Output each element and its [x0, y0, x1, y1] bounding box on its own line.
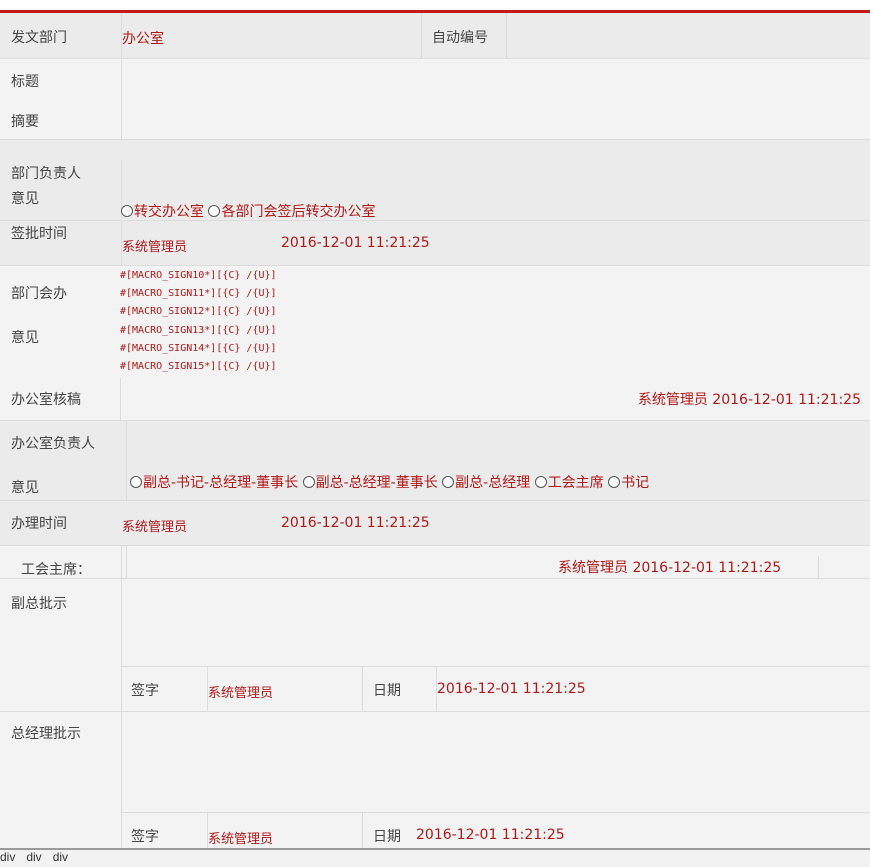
row-handle-time: 办理时间 系统管理员 2016-12-01 11:21:25 — [0, 501, 870, 546]
row-dept: 发文部门 办公室 自动编号 — [0, 13, 870, 59]
sign-time-user: 系统管理员 — [122, 240, 188, 255]
dept-head-label-1: 部门负责人 — [11, 166, 81, 182]
macro-sign-item: #[MACRO_SIGN13*][{C} /{U}] — [120, 324, 277, 336]
vp-date-label: 日期 — [373, 683, 401, 699]
row-gm-instruction: 总经理批示 签字 系统管理员 日期 2016-12-01 11:21:25 — [0, 712, 870, 848]
macro-sign-item: #[MACRO_SIGN12*][{C} /{U}] — [120, 306, 277, 318]
office-head-option-1[interactable]: 副总-书记-总经理-董事长 — [130, 472, 298, 492]
radio-icon[interactable] — [302, 476, 315, 488]
title-label: 标题 — [11, 74, 39, 90]
radio-icon[interactable] — [534, 476, 547, 488]
office-head-option-5[interactable]: 书记 — [608, 472, 649, 492]
vp-sign-divider — [121, 666, 870, 667]
gm-sign-user: 系统管理员 — [208, 832, 274, 847]
union-sign: 系统管理员 2016-12-01 11:21:25 — [558, 560, 782, 576]
summary-label: 摘要 — [11, 114, 39, 130]
bottom-shadow-line — [0, 848, 870, 850]
vp-sign-label: 签字 — [131, 683, 159, 699]
vp-sign-user: 系统管理员 — [208, 686, 274, 701]
radio-icon[interactable] — [121, 205, 133, 217]
status-bar: div div div — [0, 850, 79, 864]
handle-time-date: 2016-12-01 11:21:25 — [281, 515, 430, 531]
gm-sign-divider — [121, 812, 870, 813]
office-head-option-3[interactable]: 副总-总经理 — [442, 472, 530, 492]
office-head-label-2: 意见 — [11, 480, 39, 496]
gm-sign-label: 签字 — [131, 829, 159, 845]
office-head-label-1: 办公室负责人 — [11, 436, 95, 452]
dept-value[interactable]: 办公室 — [122, 28, 164, 48]
handle-time-label: 办理时间 — [11, 516, 67, 532]
status-bar-item[interactable]: div — [0, 850, 15, 864]
vp-label: 副总批示 — [11, 596, 67, 612]
radio-icon[interactable] — [208, 205, 221, 217]
row-dept-head-opinion: 部门负责人 意见 转交办公室 各部门会签后转交办公室 — [0, 140, 870, 221]
handle-time-user: 系统管理员 — [122, 520, 188, 535]
macro-sign-item: #[MACRO_SIGN11*][{C} /{U}] — [120, 288, 277, 300]
sign-time-label: 签批时间 — [11, 226, 67, 242]
office-head-options: 副总-书记-总经理-董事长 副总-总经理-董事长 副总-总经理 工会主席 书记 — [130, 472, 649, 492]
macro-sign-item: #[MACRO_SIGN15*][{C} /{U}] — [120, 361, 277, 373]
sign-time-date: 2016-12-01 11:21:25 — [281, 235, 430, 251]
cosign-label-2: 意见 — [11, 330, 39, 346]
row-vp-instruction: 副总批示 签字 系统管理员 日期 2016-12-01 11:21:25 — [0, 579, 870, 712]
row-cosign-opinion: 部门会办 意见 #[MACRO_SIGN10*][{C} /{U}] #[MAC… — [0, 266, 870, 421]
gm-date-label: 日期 — [373, 829, 401, 845]
union-label: 工会主席： — [21, 562, 91, 578]
office-review-sign: 系统管理员 2016-12-01 11:21:25 — [637, 392, 861, 408]
status-bar-item[interactable]: div — [26, 850, 41, 864]
dept-head-option-2[interactable]: 各部门会签后转交办公室 — [208, 201, 375, 221]
cosign-label-1: 部门会办 — [11, 286, 67, 302]
dept-head-option-1[interactable]: 转交办公室 — [121, 201, 204, 221]
row-sign-time: 签批时间 系统管理员 2016-12-01 11:21:25 — [0, 221, 870, 266]
office-head-option-4[interactable]: 工会主席 — [534, 472, 604, 492]
row-office-head-opinion: 办公室负责人 意见 副总-书记-总经理-董事长 副总-总经理-董事长 副总-总经… — [0, 421, 870, 501]
gm-date: 2016-12-01 11:21:25 — [416, 827, 565, 843]
gm-label: 总经理批示 — [11, 726, 81, 742]
macro-sign-item: #[MACRO_SIGN14*][{C} /{U}] — [120, 342, 277, 354]
row-union-chair: 工会主席： 系统管理员 2016-12-01 11:21:25 — [0, 546, 870, 579]
vp-date: 2016-12-01 11:21:25 — [437, 681, 586, 697]
dept-label: 发文部门 — [11, 30, 67, 46]
radio-icon[interactable] — [442, 476, 455, 488]
row-title-summary: 标题 摘要 — [0, 59, 870, 140]
radio-icon[interactable] — [608, 476, 621, 488]
radio-icon[interactable] — [130, 476, 142, 488]
top-strip — [0, 0, 870, 10]
macro-sign-list: #[MACRO_SIGN10*][{C} /{U}] #[MACRO_SIGN1… — [120, 267, 277, 376]
office-head-option-2[interactable]: 副总-总经理-董事长 — [302, 472, 438, 492]
office-review-label: 办公室核稿 — [11, 392, 81, 408]
status-bar-item[interactable]: div — [53, 850, 68, 864]
dept-head-label-2: 意见 — [11, 191, 39, 207]
macro-sign-item: #[MACRO_SIGN10*][{C} /{U}] — [120, 270, 277, 281]
dept-head-options: 转交办公室 各部门会签后转交办公室 — [121, 201, 375, 221]
auto-number-label: 自动编号 — [432, 30, 488, 46]
